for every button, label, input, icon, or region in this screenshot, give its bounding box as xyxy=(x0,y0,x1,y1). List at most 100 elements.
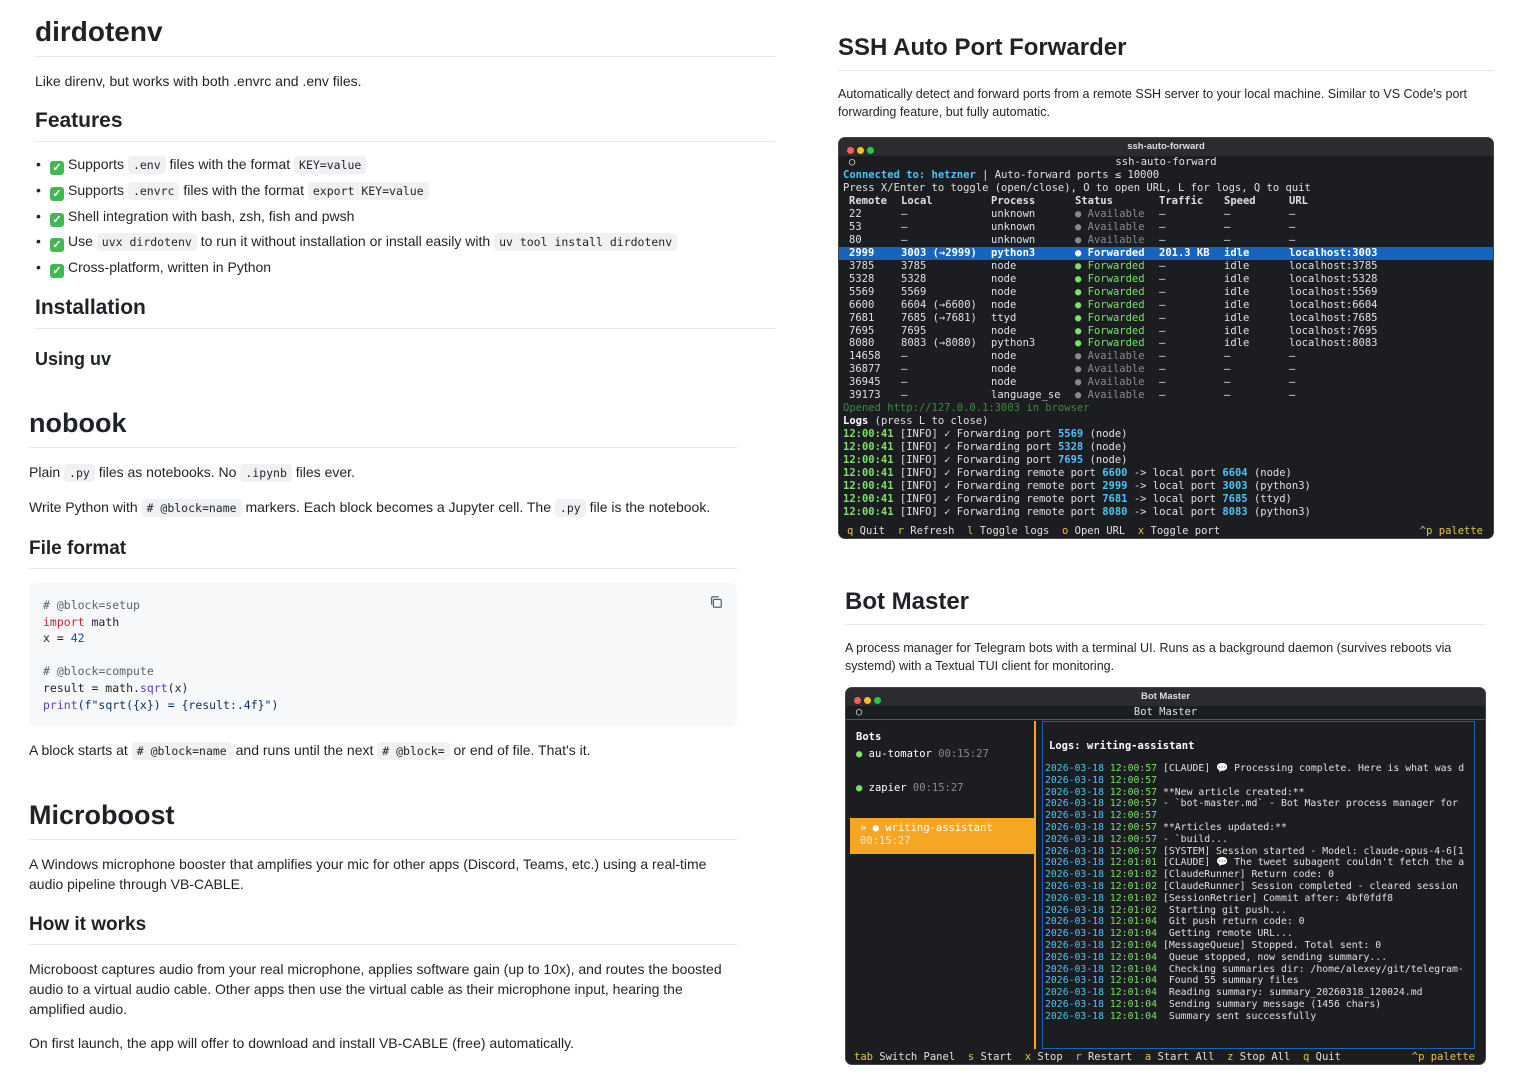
column-header: URL xyxy=(1289,195,1308,207)
status-text: Available xyxy=(1087,389,1145,402)
status-text: Forwarded xyxy=(1087,324,1145,337)
status-dot-icon: ● xyxy=(1075,207,1088,220)
maximize-window-button[interactable] xyxy=(874,697,881,704)
log-date: 2026-03-18 xyxy=(1045,810,1104,822)
footer-label: Stop All xyxy=(1233,1051,1291,1063)
logs-title: Logs xyxy=(843,415,869,428)
table-row[interactable]: 14658– node ● Available – – – xyxy=(839,350,1493,363)
feature-text: to run it without installation or instal… xyxy=(196,233,495,249)
maximize-window-button[interactable] xyxy=(867,147,874,154)
bot-uptime: 00:15:27 xyxy=(938,748,989,760)
ssh-title: SSH Auto Port Forwarder xyxy=(838,34,1494,71)
cell-process: node xyxy=(991,285,1017,298)
nobook-markers: Write Python with # @block=name markers.… xyxy=(29,497,737,518)
table-row[interactable]: 8080 8083 (→8080) python3 ● Forwarded – idle l… xyxy=(839,337,1493,350)
status-cell: ● Forwarded xyxy=(1075,247,1159,260)
close-window-button[interactable] xyxy=(847,147,854,154)
log-time: 12:00:41 xyxy=(843,467,894,480)
log-text: -> local port xyxy=(1127,467,1223,480)
cell-url: localhost:5569 xyxy=(1289,285,1378,298)
bot-name: au-tomator xyxy=(868,748,932,760)
log-message: [CLAUDE] 💬 The tweet subagent couldn't f… xyxy=(1157,857,1465,869)
log-time: 12:00:41 xyxy=(843,480,894,493)
file-format-heading: File format xyxy=(29,538,737,569)
status-text: Available xyxy=(1087,363,1145,376)
log-time: 12:01:02 xyxy=(1109,904,1158,916)
log-text: (node) xyxy=(1083,428,1128,441)
code-line: result = math. xyxy=(43,680,140,695)
table-row[interactable]: 39173– language_se ● Available – – – xyxy=(839,389,1493,402)
log-line: 2026-03-18 12:01:02 [SessionRetrier] Com… xyxy=(1043,893,1474,905)
bot-item[interactable]: ● zapier 00:15:27 xyxy=(846,778,1034,812)
copy-icon[interactable] xyxy=(709,595,723,609)
cell-speed: idle xyxy=(1224,272,1250,285)
table-row[interactable]: 3785 3785 node ● Forwarded – idle localhost:37… xyxy=(839,260,1493,273)
table-row[interactable]: 2999 3003 (→2999) python3 ● Forwarded 201.3 … xyxy=(839,246,1493,260)
minimize-window-button[interactable] xyxy=(857,147,864,154)
log-line: 2026-03-18 12:01:04 [MessageQueue] Stopp… xyxy=(1043,940,1474,952)
cell-local: 3785 xyxy=(901,259,927,272)
bot-item[interactable]: » ● writing-assistant 00:15:27 xyxy=(850,818,1034,854)
palette-button[interactable]: ^p palette xyxy=(1420,524,1483,538)
circle-icon: ○ xyxy=(849,156,856,168)
cell-speed: idle xyxy=(1224,259,1250,272)
log-message: Found 55 summary files xyxy=(1157,975,1299,987)
bot-window-titlebar: Bot Master xyxy=(846,688,1485,706)
connected-label: Connected to: xyxy=(843,169,926,181)
footer-key[interactable]: tab xyxy=(854,1051,873,1063)
status-dot-icon: ● xyxy=(1075,233,1088,246)
log-text: [INFO] ✓ Forwarding remote port xyxy=(893,493,1103,506)
text: file is the notebook. xyxy=(585,499,711,515)
close-window-button[interactable] xyxy=(854,697,861,704)
log-line: 2026-03-18 12:00:57 xyxy=(1043,810,1474,822)
table-row[interactable]: 7695 7695 node ● Forwarded – idle localhost:76… xyxy=(839,325,1493,338)
minimize-window-button[interactable] xyxy=(864,697,871,704)
status-cell: ● Available xyxy=(1075,389,1159,402)
text: and runs until the next xyxy=(231,742,378,758)
status-text: Available xyxy=(1087,376,1145,389)
cell-remote: 22 xyxy=(849,207,862,220)
status-text: Forwarded xyxy=(1087,337,1145,350)
status-text: Forwarded xyxy=(1087,311,1145,324)
table-row[interactable]: 36877– node ● Available – – – xyxy=(839,363,1493,376)
log-port: 7695 xyxy=(1057,454,1084,467)
cell-url: – xyxy=(1289,207,1296,220)
cell-speed: – xyxy=(1224,207,1231,220)
feature-item: ✓ Shell integration with bash, zsh, fish … xyxy=(20,204,775,229)
log-line: 2026-03-18 12:01:02 [ClaudeRunner] Retur… xyxy=(1043,869,1474,881)
palette-button[interactable]: ^p palette xyxy=(1412,1050,1475,1064)
table-row[interactable]: 36945– node ● Available – – – xyxy=(839,376,1493,389)
table-row[interactable]: 22– unknown ● Available – – – xyxy=(839,208,1493,221)
feature-text: Supports xyxy=(68,182,128,198)
status-text: Forwarded xyxy=(1087,246,1145,259)
table-row[interactable]: 6600 6604 (→6600) node ● Forwarded – idle loca… xyxy=(839,299,1493,312)
table-row[interactable]: 80– unknown ● Available – – – xyxy=(839,234,1493,247)
bot-item[interactable]: ● au-tomator 00:15:27 xyxy=(846,744,1034,778)
table-row[interactable]: 53– unknown ● Available – – – xyxy=(839,221,1493,234)
log-time: 12:00:57 xyxy=(1109,763,1158,774)
log-line: 12:00:41 [INFO] ✓ Forwarding remote port… xyxy=(839,493,1493,506)
ssh-window-title: ssh-auto-forward xyxy=(1127,141,1205,152)
text: Plain xyxy=(29,464,65,480)
log-text: (ttyd) xyxy=(1247,493,1292,506)
bot-window-title: Bot Master xyxy=(1140,691,1191,702)
status-dot-icon: ● xyxy=(1075,311,1088,324)
status-cell: ● Forwarded xyxy=(1075,312,1159,325)
status-text: Available xyxy=(1087,233,1145,246)
footer-label: Restart xyxy=(1081,1051,1133,1063)
log-date: 2026-03-18 xyxy=(1045,975,1104,987)
bot-footer: tab Switch Panel s Start x Stop r Restar… xyxy=(846,1050,1485,1064)
cell-url: – xyxy=(1289,363,1296,376)
log-line: 2026-03-18 12:01:04 Reading summary: sum… xyxy=(1043,987,1474,999)
log-line: 2026-03-18 12:00:57 xyxy=(1043,775,1474,787)
status-text: Available xyxy=(1087,207,1145,220)
cell-speed: idle xyxy=(1224,337,1250,350)
log-text: [INFO] ✓ Forwarding remote port xyxy=(893,480,1103,493)
footer-label: Refresh xyxy=(903,525,955,537)
footer-label: Open URL xyxy=(1068,525,1126,537)
table-row[interactable]: 5569 5569 node ● Forwarded – idle localhost:55… xyxy=(839,286,1493,299)
table-row[interactable]: 5328 5328 node ● Forwarded – idle localhost:53… xyxy=(839,273,1493,286)
ssh-section: SSH Auto Port Forwarder Automatically de… xyxy=(838,34,1494,121)
text: markers. Each block becomes a Jupyter ce… xyxy=(241,499,555,515)
table-row[interactable]: 7681 7685 (→7681) ttyd ● Forwarded – idle loca… xyxy=(839,312,1493,325)
